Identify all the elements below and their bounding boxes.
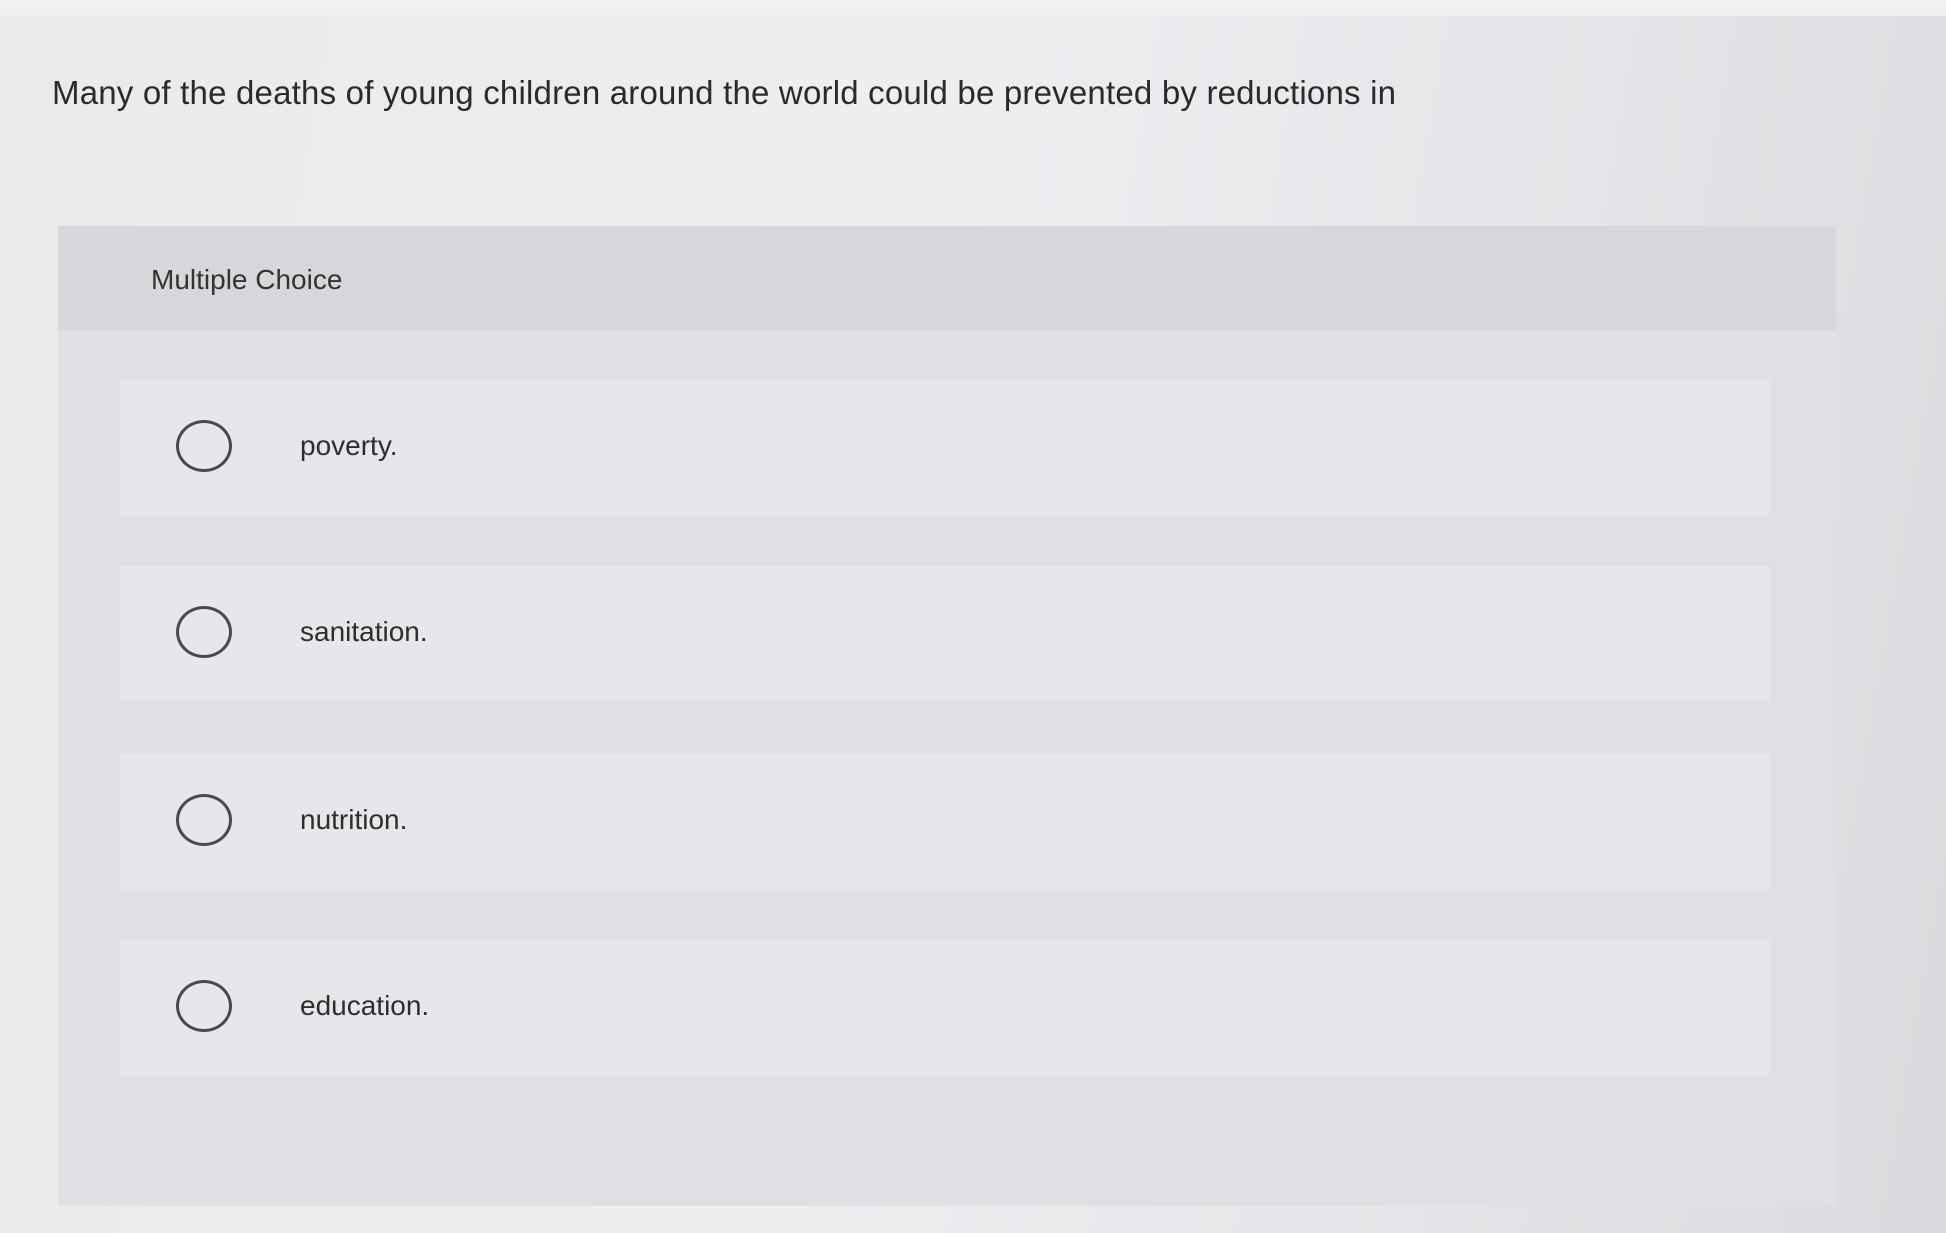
option-label: nutrition.: [300, 804, 408, 835]
question-prompt: Many of the deaths of young children aro…: [52, 74, 1397, 111]
radio-unselected-icon[interactable]: [176, 606, 232, 658]
options-list: poverty. sanitation. nutrition. educatio…: [58, 330, 1836, 1206]
radio-unselected-icon[interactable]: [176, 980, 232, 1032]
multiple-choice-label: Multiple Choice: [151, 264, 343, 295]
option-label: sanitation.: [300, 616, 428, 647]
option-poverty[interactable]: poverty.: [120, 380, 1770, 515]
radio-unselected-icon[interactable]: [176, 420, 232, 472]
option-label: poverty.: [300, 430, 398, 461]
radio-unselected-icon[interactable]: [176, 794, 232, 846]
top-divider: [0, 0, 1946, 16]
option-nutrition[interactable]: nutrition.: [120, 754, 1770, 889]
option-education[interactable]: education.: [120, 940, 1770, 1075]
multiple-choice-panel: Multiple Choice poverty. sanitation. nut…: [58, 226, 1836, 1206]
option-label: education.: [300, 990, 430, 1021]
option-sanitation[interactable]: sanitation.: [120, 566, 1770, 701]
multiple-choice-header: Multiple Choice: [58, 226, 1836, 330]
